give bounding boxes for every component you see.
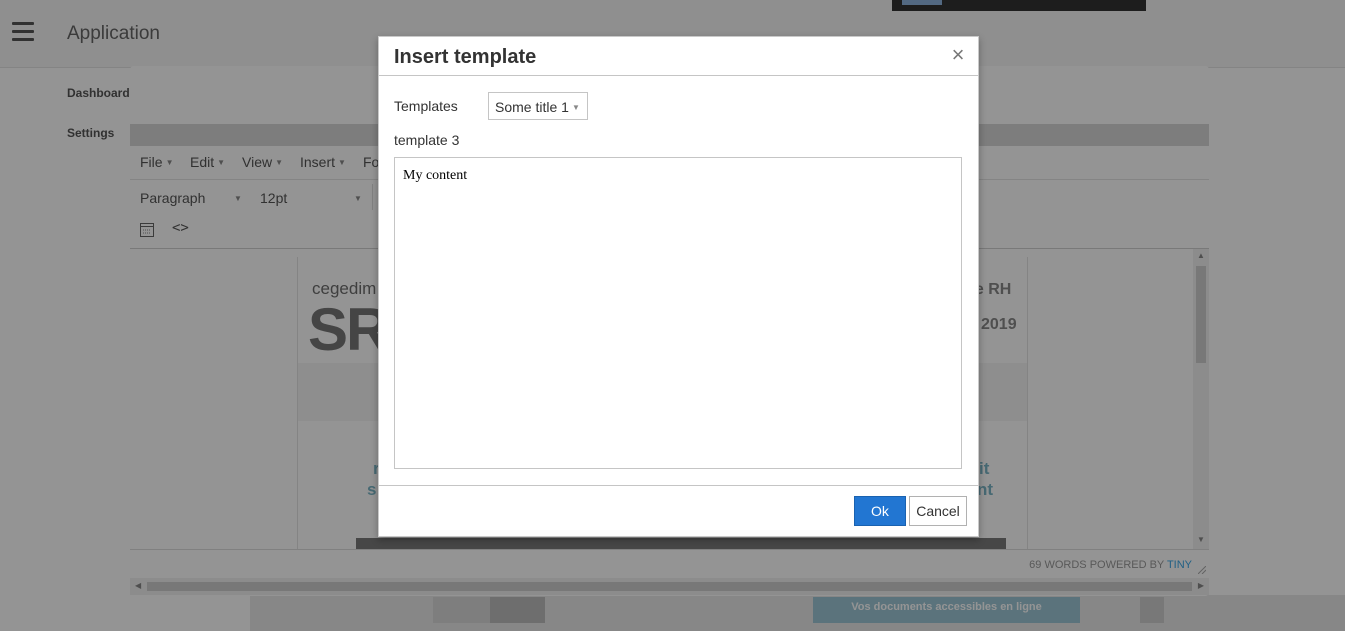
templates-select[interactable]: Some title 1 ▼ [488, 92, 588, 120]
templates-label: Templates [394, 98, 458, 114]
caret-down-icon: ▼ [572, 103, 580, 112]
dialog-footer: Ok Cancel [379, 485, 978, 537]
close-icon[interactable]: × [950, 44, 966, 66]
dialog-header: Insert template × [379, 37, 978, 76]
template-preview: My content [394, 157, 962, 469]
ok-button[interactable]: Ok [854, 496, 906, 526]
template-description: template 3 [394, 132, 460, 148]
dialog-title: Insert template [394, 46, 537, 68]
selected-template: Some title 1 [495, 99, 569, 115]
cancel-button[interactable]: Cancel [909, 496, 967, 526]
preview-content: My content [403, 168, 468, 183]
insert-template-dialog: Insert template × Templates Some title 1… [378, 36, 979, 537]
